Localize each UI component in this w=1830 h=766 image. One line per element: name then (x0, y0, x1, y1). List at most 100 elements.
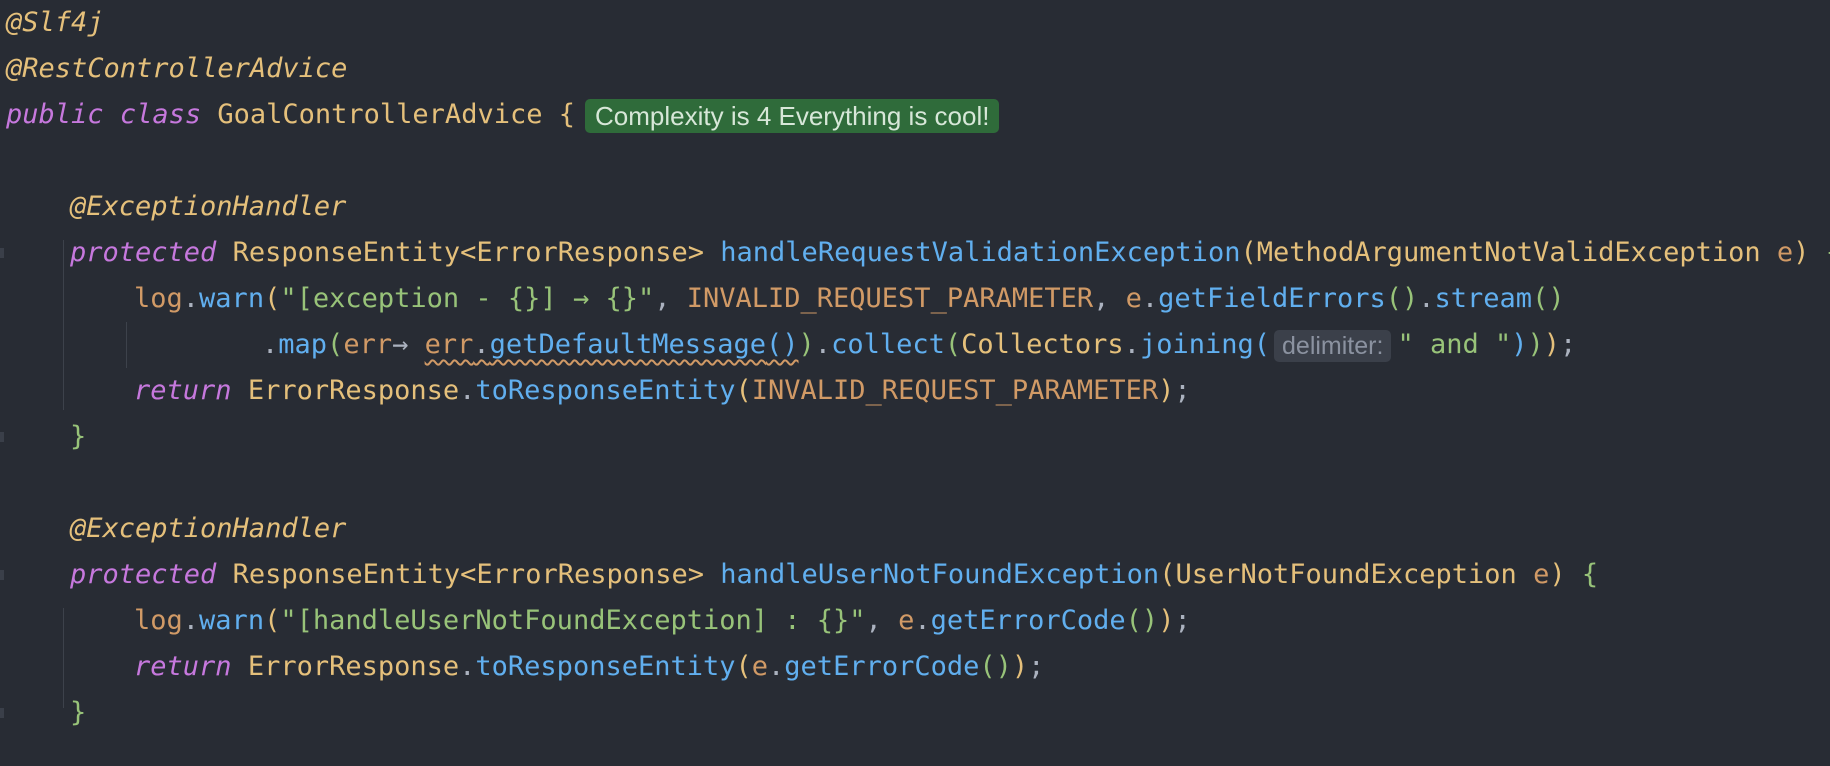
dot: . (182, 283, 200, 314)
annotation: @ExceptionHandler (70, 513, 347, 544)
code-line[interactable]: return ErrorResponse.toResponseEntity(IN… (6, 368, 1191, 414)
dot: . (1141, 283, 1159, 314)
type-name: MethodArgumentNotValidException (1256, 237, 1761, 268)
dot: . (459, 375, 476, 406)
paren: ( (1253, 329, 1271, 360)
keyword: return (134, 651, 232, 682)
angle-bracket: > (687, 559, 705, 590)
annotation: @ExceptionHandler (70, 191, 347, 222)
code-line[interactable]: return ErrorResponse.toResponseEntity(e.… (6, 644, 1044, 690)
method-call: toResponseEntity (475, 375, 736, 406)
brace: { (558, 99, 575, 130)
parameter: e (751, 651, 769, 682)
paren: ( (735, 375, 752, 406)
keyword: public (6, 99, 104, 130)
lambda-param: err (424, 329, 474, 360)
comma: , (865, 605, 899, 636)
type-name: ResponseEntity (232, 237, 461, 268)
method-call: stream (1434, 283, 1533, 314)
code-line[interactable]: @ExceptionHandler (6, 184, 346, 230)
code-line[interactable]: log.warn("[exception - {}] → {}", INVALI… (6, 276, 1565, 322)
paren: ( (1240, 237, 1257, 268)
paren: ( (327, 329, 344, 360)
comma: , (654, 283, 687, 314)
code-line[interactable]: protected ResponseEntity<ErrorResponse> … (6, 230, 1830, 276)
type-name: UserNotFoundException (1175, 559, 1517, 590)
method-name: handleRequestValidationException (720, 237, 1241, 268)
lambda-param: err (343, 329, 393, 360)
class-name: ErrorResponse (247, 375, 460, 406)
code-line[interactable]: .map(err→ err.getDefaultMessage()).colle… (6, 322, 1576, 368)
dot: . (262, 329, 279, 360)
code-line[interactable]: public class GoalControllerAdvice { Compl… (6, 92, 1000, 138)
code-line[interactable]: log.warn("[handleUserNotFoundException] … (6, 598, 1191, 644)
class-name: ErrorResponse (247, 651, 460, 682)
fold-marker-icon[interactable] (0, 708, 4, 718)
code-editor[interactable]: @Slf4j @RestControllerAdvice public clas… (0, 0, 1830, 766)
method-call: toResponseEntity (475, 651, 736, 682)
semicolon: ; (1174, 605, 1191, 636)
string-literal: " and " (1397, 329, 1512, 360)
paren: ( (264, 605, 281, 636)
method-call: map (278, 329, 328, 360)
fold-marker-icon[interactable] (0, 248, 4, 258)
code-line[interactable]: protected ResponseEntity<ErrorResponse> … (6, 552, 1598, 598)
angle-bracket: > (687, 237, 705, 268)
dot: . (914, 605, 931, 636)
paren: ) (1158, 375, 1175, 406)
paren: ( (735, 651, 752, 682)
parameter-hint: delimiter: (1274, 329, 1392, 362)
paren: () (979, 651, 1012, 682)
code-line[interactable]: @RestControllerAdvice (6, 46, 347, 92)
code-line[interactable]: @Slf4j (6, 0, 104, 46)
code-line[interactable]: } (6, 414, 86, 460)
keyword: class (119, 99, 202, 130)
dot: . (1418, 283, 1435, 314)
parameter: e (1776, 237, 1794, 268)
keyword: protected (70, 237, 217, 268)
method-call: warn (199, 283, 265, 314)
paren: ) (1511, 329, 1528, 360)
code-line[interactable]: } (6, 690, 86, 736)
paren: ( (944, 329, 962, 360)
fold-marker-icon[interactable] (0, 432, 4, 442)
code-line[interactable]: @ExceptionHandler (6, 506, 346, 552)
parameter: e (1533, 559, 1550, 590)
dot: . (182, 605, 200, 636)
dot: . (814, 329, 832, 360)
paren: ( (264, 283, 281, 314)
dot: . (473, 329, 490, 360)
parameter: e (1125, 283, 1142, 314)
identifier: log (134, 605, 183, 636)
dot: . (1123, 329, 1140, 360)
dot: . (768, 651, 785, 682)
type-name: ErrorResponse (476, 237, 688, 268)
complexity-hint[interactable]: Complexity is 4 Everything is cool! (585, 98, 1000, 133)
type-name: ResponseEntity (232, 559, 461, 590)
paren: ) (1158, 605, 1175, 636)
method-call: getFieldErrors (1158, 283, 1386, 314)
semicolon: ; (1174, 375, 1191, 406)
string-literal: "[handleUserNotFoundException] : {}" (280, 605, 866, 636)
paren: () (1385, 283, 1419, 314)
angle-bracket: < (460, 237, 477, 268)
annotation: @Slf4j (6, 7, 104, 38)
method-call: collect (831, 329, 945, 360)
class-name: GoalControllerAdvice (217, 99, 543, 130)
method-call: getErrorCode (784, 651, 980, 682)
lambda-arrow: → (392, 329, 409, 360)
paren: ) (1543, 329, 1561, 360)
keyword: return (134, 375, 232, 406)
brace: } (70, 421, 87, 452)
string-literal: "[exception - {}] → {}" (280, 283, 655, 314)
paren: ) (1793, 237, 1810, 268)
warning-underline[interactable]: err.getDefaultMessage() (425, 329, 799, 360)
semicolon: ; (1560, 329, 1577, 360)
paren: () (1532, 283, 1565, 314)
method-name: handleUserNotFoundException (720, 559, 1160, 590)
dot: . (459, 651, 476, 682)
fold-marker-icon[interactable] (0, 570, 4, 580)
paren: () (1125, 605, 1159, 636)
paren: ) (1011, 651, 1029, 682)
paren: () (766, 329, 799, 360)
